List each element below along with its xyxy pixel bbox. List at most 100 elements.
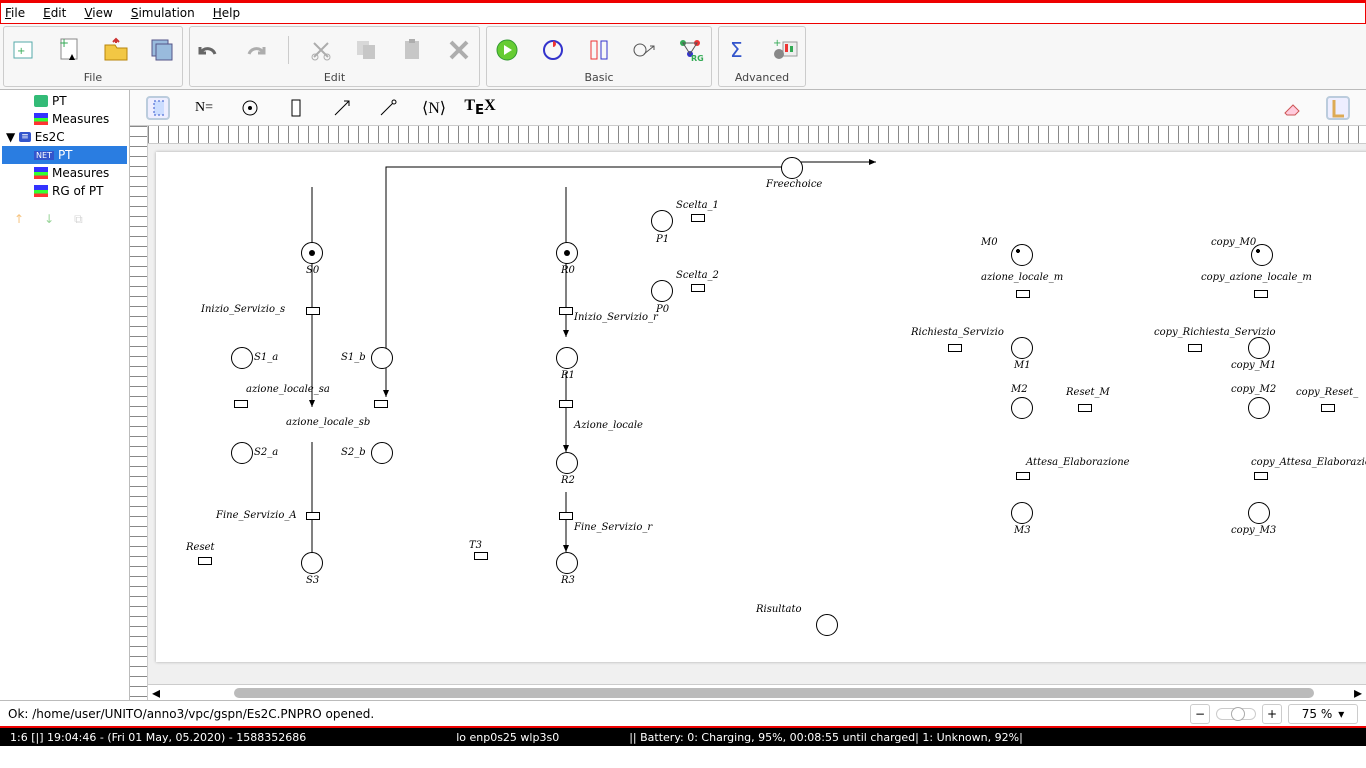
transition-scelta2[interactable] [691,284,705,292]
copy-page-icon[interactable]: ⧉ [74,212,83,227]
horizontal-ruler [148,126,1366,144]
menu-simulation[interactable]: Simulation [131,6,195,20]
transition-az-sa[interactable] [234,400,248,408]
zoom-out-icon[interactable]: − [1190,704,1210,724]
zoom-slider[interactable] [1216,708,1256,720]
transition-copy-az-m[interactable] [1254,290,1268,298]
delete-icon[interactable] [445,36,473,64]
label-reset-m: Reset_M [1066,387,1110,398]
menu-edit[interactable]: Edit [43,6,66,20]
place-s0[interactable] [301,242,323,264]
sidebar-item-measures-1[interactable]: Measures [2,110,127,128]
sidebar-item-pt-1[interactable]: PT [2,92,127,110]
transition-reset[interactable] [198,557,212,565]
label-r1: R1 [561,370,575,381]
ruler-toggle-icon[interactable] [1326,96,1350,120]
menu-view[interactable]: View [84,6,112,20]
copy-icon[interactable] [353,36,381,64]
paste-icon[interactable] [399,36,427,64]
measure-tool-icon[interactable] [631,36,659,64]
transition-inizio-r[interactable] [559,307,573,315]
n-equals-tool[interactable]: N= [192,96,216,120]
redo-icon[interactable] [242,36,270,64]
label-az-sb: azione_locale_sb [286,417,370,428]
place-r3[interactable] [556,552,578,574]
sidebar-item-pt-2[interactable]: NETPT [2,146,127,164]
eraser-icon[interactable] [1280,96,1304,120]
place-m3[interactable] [1011,502,1033,524]
sidebar-item-rg[interactable]: RG of PT [2,182,127,200]
transition-fine-a[interactable] [306,512,320,520]
project-icon: ≡ [19,132,31,142]
inhibitor-arc-icon[interactable] [376,96,400,120]
new-project-icon[interactable]: + [10,36,38,64]
menu-help[interactable]: Help [213,6,240,20]
transition-copy-rich[interactable] [1188,344,1202,352]
place-m1[interactable] [1011,337,1033,359]
project-sidebar: PT Measures ▼≡Es2C NETPT Measures RG of … [0,90,130,700]
arc-tool-icon[interactable] [330,96,354,120]
rg-icon[interactable]: RG [677,36,705,64]
move-down-icon[interactable]: ↓ [44,212,54,227]
open-icon[interactable] [102,36,130,64]
save-all-icon[interactable] [148,36,176,64]
place-copy-m3[interactable] [1248,502,1270,524]
play-icon[interactable] [493,36,521,64]
label-attesa: Attesa_Elaborazione [1026,457,1130,468]
transition-inizio-s[interactable] [306,307,320,315]
unfold-icon[interactable] [585,36,613,64]
transition-fine-r[interactable] [559,512,573,520]
place-s2a[interactable] [231,442,253,464]
place-copy-m2[interactable] [1248,397,1270,419]
transition-copy-attesa[interactable] [1254,472,1268,480]
undo-icon[interactable] [196,36,224,64]
cut-icon[interactable] [307,36,335,64]
place-m0[interactable] [1011,244,1033,266]
place-r2[interactable] [556,452,578,474]
angle-n-tool[interactable]: ⟨N⟩ [422,96,446,120]
zoom-level-dropdown[interactable]: 75 % ▾ [1288,704,1358,724]
transition-rich-serv[interactable] [948,344,962,352]
transition-attesa[interactable] [1016,472,1030,480]
place-s1b[interactable] [371,347,393,369]
place-p0[interactable] [651,280,673,302]
token-game-icon[interactable] [539,36,567,64]
new-page-icon[interactable]: + [56,36,84,64]
place-s2b[interactable] [371,442,393,464]
place-r0[interactable] [556,242,578,264]
transition-az-m[interactable] [1016,290,1030,298]
transition-tool-icon[interactable] [284,96,308,120]
place-m2[interactable] [1011,397,1033,419]
place-s1a[interactable] [231,347,253,369]
transition-az-sb[interactable] [374,400,388,408]
place-risultato[interactable] [816,614,838,636]
label-copy-m1: copy_M1 [1231,360,1276,371]
place-p1[interactable] [651,210,673,232]
transition-t3[interactable] [474,552,488,560]
canvas[interactable]: Freechoice Scelta_1 P1 Scelta_2 P0 [148,144,1366,684]
transition-scelta1[interactable] [691,214,705,222]
place-freechoice[interactable] [781,157,803,179]
label-inizio-s: Inizio_Servizio_s [201,304,285,315]
place-copy-m1[interactable] [1248,337,1270,359]
advanced-tool-icon[interactable]: + [771,36,799,64]
place-copy-m0[interactable] [1251,244,1273,266]
place-s3[interactable] [301,552,323,574]
transition-copy-reset[interactable] [1321,404,1335,412]
bars-icon [34,167,48,179]
label-copy-m0: copy_M0 [1211,237,1256,248]
move-up-icon[interactable]: ↑ [14,212,24,227]
place-r1[interactable] [556,347,578,369]
sidebar-item-measures-2[interactable]: Measures [2,164,127,182]
menu-file[interactable]: FFileile [5,6,25,20]
sigma-icon[interactable]: Σ [725,36,753,64]
tex-tool[interactable]: TEX [468,96,492,120]
place-tool-icon[interactable] [238,96,262,120]
transition-reset-m[interactable] [1078,404,1092,412]
select-tool-icon[interactable] [146,96,170,120]
sidebar-item-project[interactable]: ▼≡Es2C [2,128,127,146]
horizontal-scrollbar[interactable]: ◂▸ [148,684,1366,700]
transition-az-locale[interactable] [559,400,573,408]
zoom-in-icon[interactable]: + [1262,704,1282,724]
label-fine-a: Fine_Servizio_A [216,510,297,521]
